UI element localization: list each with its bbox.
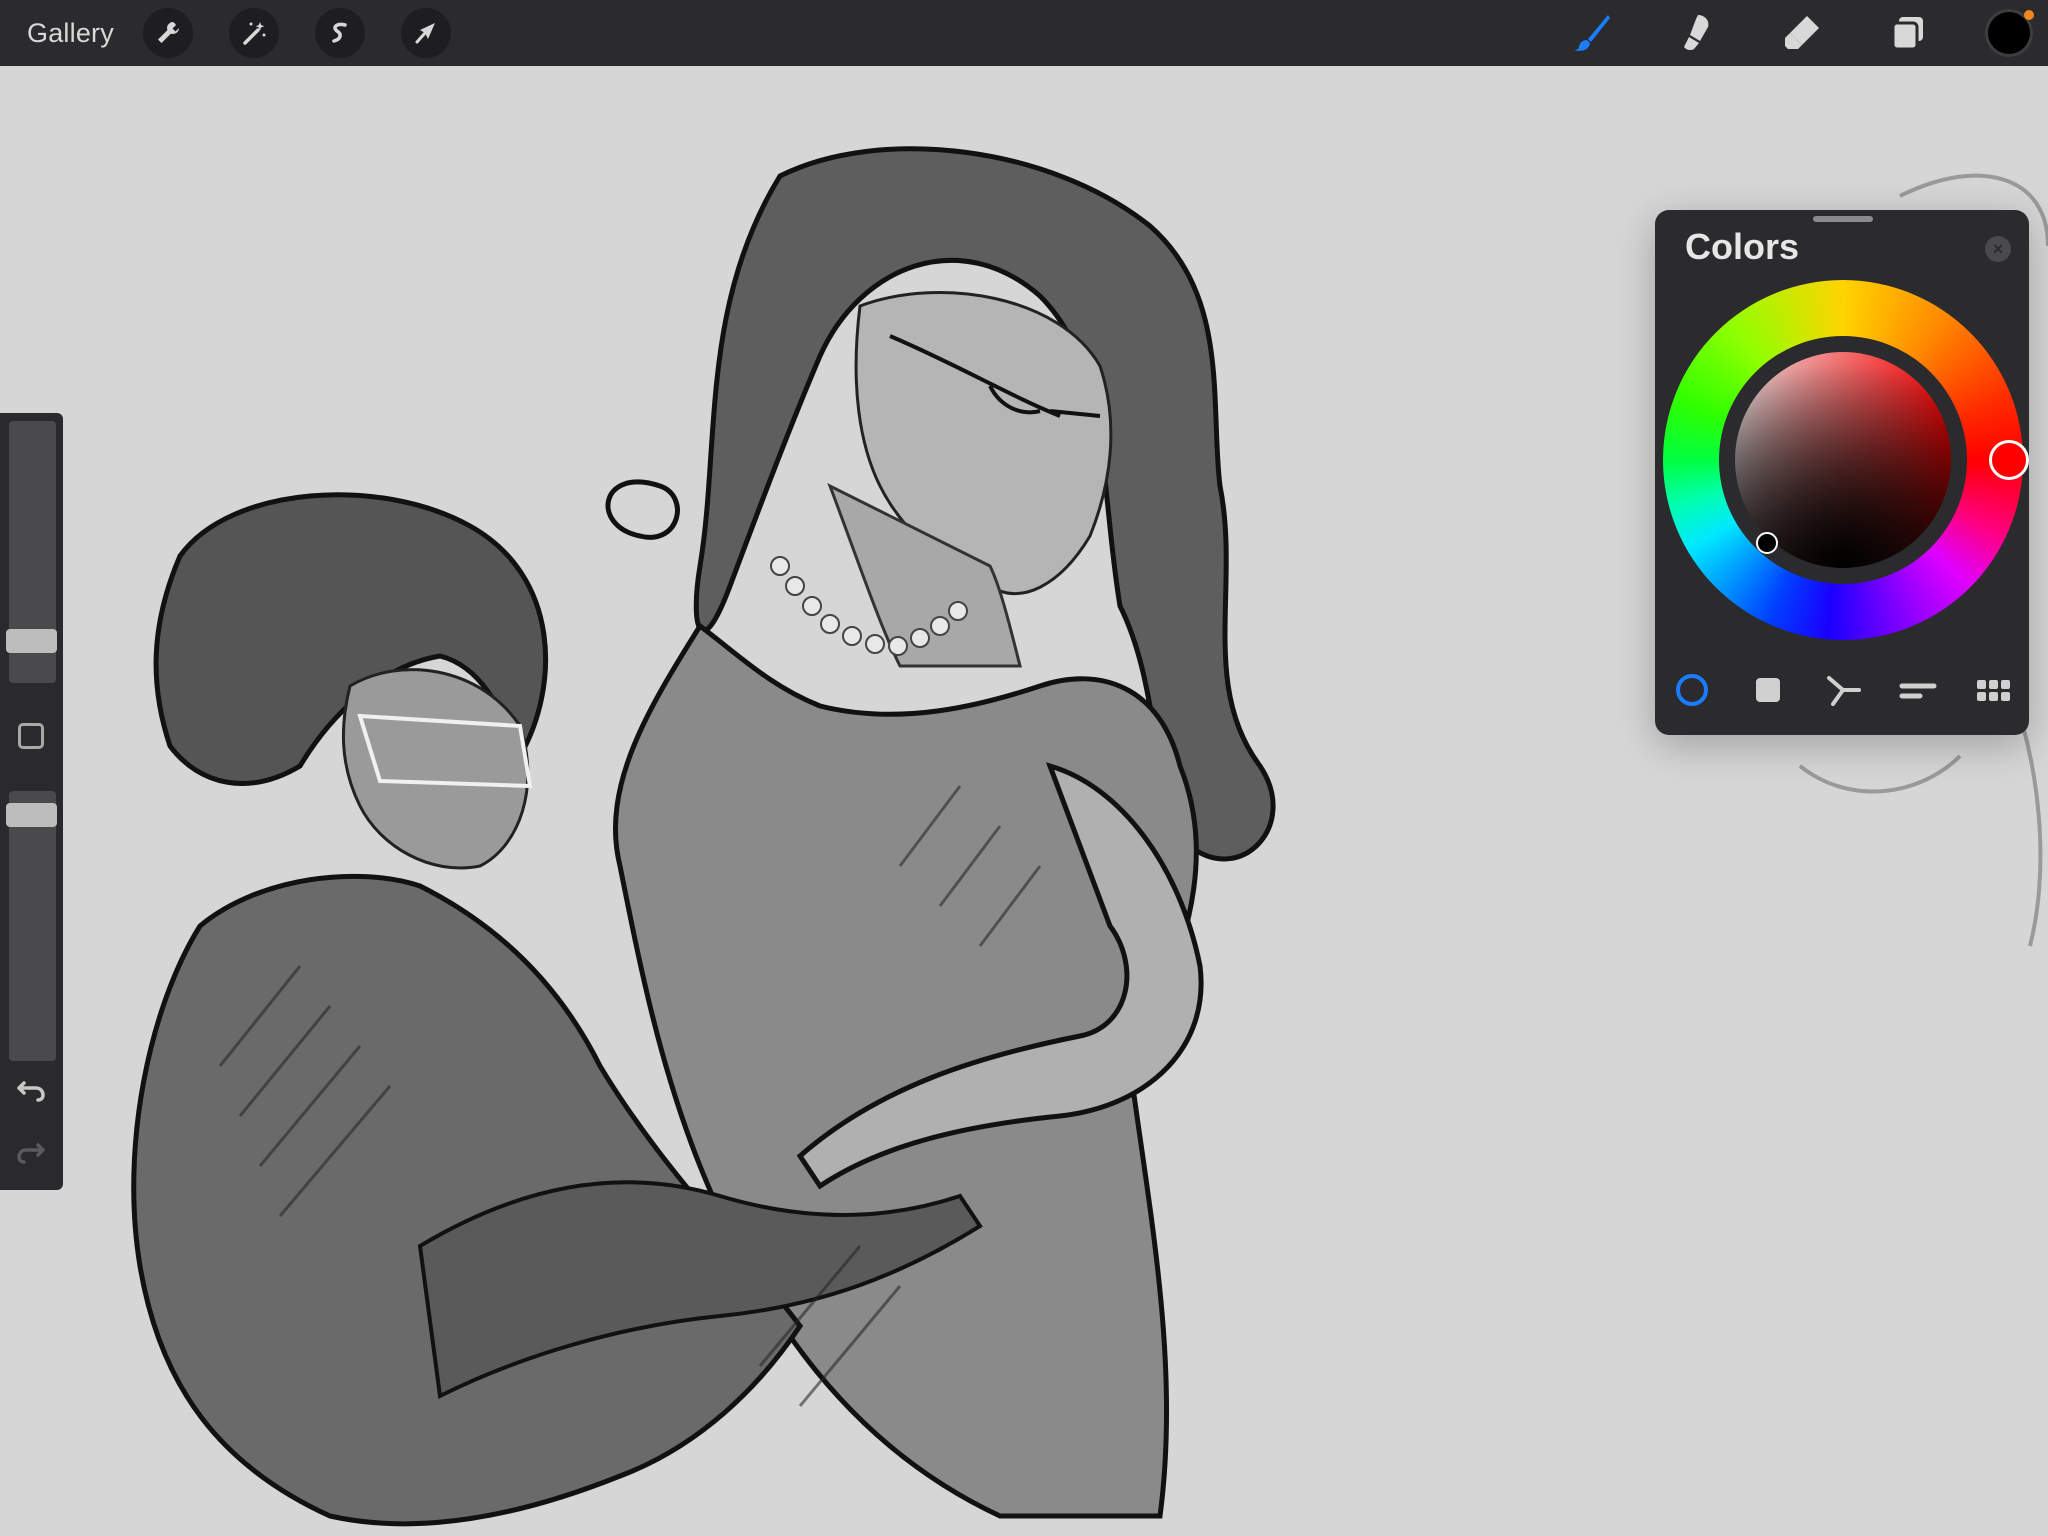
- close-panel-button[interactable]: ×: [1985, 236, 2011, 262]
- brush-size-thumb[interactable]: [6, 629, 57, 653]
- color-disc[interactable]: [1663, 280, 2029, 640]
- undo-icon[interactable]: [14, 1071, 48, 1105]
- selection-icon: [332, 22, 347, 43]
- close-icon: ×: [1992, 239, 2004, 259]
- transform-arrow-icon: [415, 23, 435, 44]
- current-color-button[interactable]: [1988, 12, 2030, 54]
- top-toolbar: Gallery: [0, 0, 2048, 66]
- paint-brush-button[interactable]: [1567, 9, 1617, 57]
- palettes-mode-icon[interactable]: [1973, 670, 2013, 710]
- harmony-mode-icon[interactable]: [1823, 670, 1863, 710]
- selection-button[interactable]: [315, 8, 365, 58]
- layers-button[interactable]: [1882, 9, 1932, 57]
- eraser-button[interactable]: [1777, 9, 1827, 57]
- classic-mode-icon[interactable]: [1748, 670, 1788, 710]
- redo-icon[interactable]: [14, 1133, 48, 1167]
- transform-button[interactable]: [401, 8, 451, 58]
- disc-mode-icon[interactable]: [1672, 670, 1712, 710]
- actions-button[interactable]: [143, 8, 193, 58]
- color-indicator-dot: [2024, 10, 2034, 20]
- colors-panel: Colors ×: [1655, 210, 2029, 735]
- value-mode-icon[interactable]: [1898, 670, 1938, 710]
- layers-icon: [1891, 17, 1923, 51]
- hue-handle[interactable]: [1989, 440, 2029, 480]
- wrench-icon: [158, 22, 179, 43]
- smudge-button[interactable]: [1671, 9, 1721, 57]
- brush-size-slider[interactable]: [6, 421, 57, 683]
- panel-grabber[interactable]: [1813, 216, 1873, 222]
- gallery-button[interactable]: Gallery: [27, 15, 114, 51]
- opacity-thumb[interactable]: [6, 803, 57, 827]
- adjustments-button[interactable]: [229, 8, 279, 58]
- brush-icon: [1574, 15, 1610, 51]
- modify-button[interactable]: [18, 723, 44, 749]
- left-sidebar: [0, 413, 63, 1190]
- magic-wand-icon: [243, 22, 266, 45]
- saturation-handle[interactable]: [1756, 532, 1778, 554]
- panel-title: Colors: [1685, 226, 1800, 267]
- opacity-slider[interactable]: [6, 791, 57, 1061]
- smudge-icon: [1684, 15, 1709, 51]
- eraser-icon: [1785, 16, 1819, 49]
- color-mode-tabs: [1655, 670, 2029, 710]
